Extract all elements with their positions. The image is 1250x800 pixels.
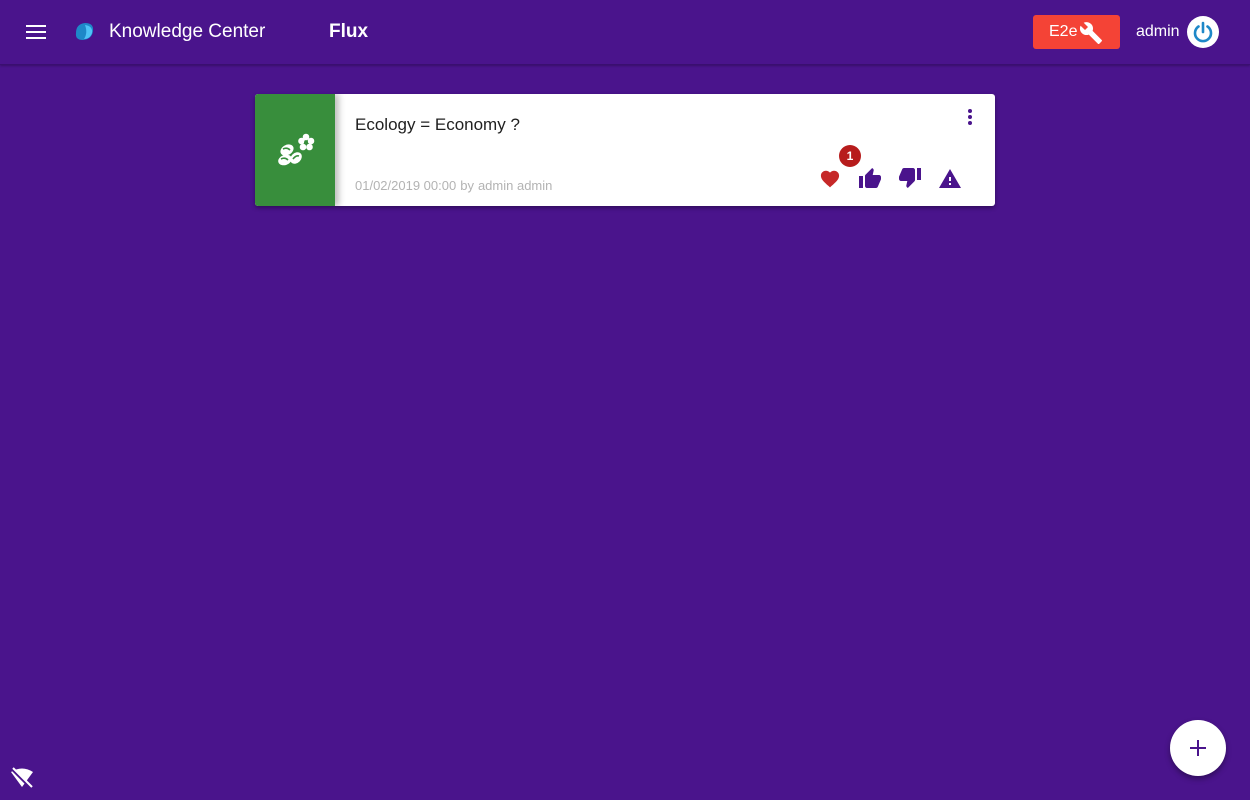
thumb-down-icon xyxy=(899,168,921,188)
power-icon xyxy=(1193,21,1213,43)
more-vert-icon xyxy=(968,109,972,125)
thumb-up-button[interactable] xyxy=(857,165,883,191)
card-thumbnail xyxy=(255,94,335,206)
like-heart-button[interactable] xyxy=(817,165,843,191)
plus-icon xyxy=(1190,740,1206,756)
environment-button[interactable]: E2e xyxy=(1033,15,1120,49)
app: Knowledge Center Flux E2e admin Ecology … xyxy=(0,0,1250,800)
report-button[interactable] xyxy=(937,165,963,191)
card-author: admin admin xyxy=(477,178,553,193)
user-name[interactable]: admin xyxy=(1136,21,1180,43)
card-date: 01/02/2019 00:00 xyxy=(355,178,457,193)
seeds-icon xyxy=(278,133,315,166)
app-title: Knowledge Center xyxy=(109,21,266,42)
wrench-icon xyxy=(1079,22,1102,44)
card-title[interactable]: Ecology = Economy ? xyxy=(355,115,520,135)
feed-card[interactable]: Ecology = Economy ? 01/02/2019 00:00 by ad… xyxy=(255,94,995,206)
card-menu-button[interactable] xyxy=(958,104,982,130)
card-meta: 01/02/2019 00:00 by admin admin xyxy=(355,178,556,194)
menu-button[interactable] xyxy=(16,12,56,52)
add-post-button[interactable] xyxy=(1170,720,1226,776)
thumb-up-icon xyxy=(859,168,881,188)
page-title: Flux xyxy=(329,21,369,42)
thumb-down-button[interactable] xyxy=(897,165,923,191)
likes-count-badge: 1 xyxy=(839,145,861,167)
card-by: by xyxy=(460,178,474,193)
heart-icon xyxy=(820,170,840,188)
menu-icon xyxy=(26,25,46,39)
top-toolbar: Knowledge Center Flux E2e admin xyxy=(0,0,1250,65)
app-logo xyxy=(75,23,94,40)
logout-button[interactable] xyxy=(1187,16,1219,48)
environment-label: E2e xyxy=(1049,23,1078,40)
warning-icon xyxy=(939,169,961,188)
wifi-off-icon xyxy=(10,767,33,789)
